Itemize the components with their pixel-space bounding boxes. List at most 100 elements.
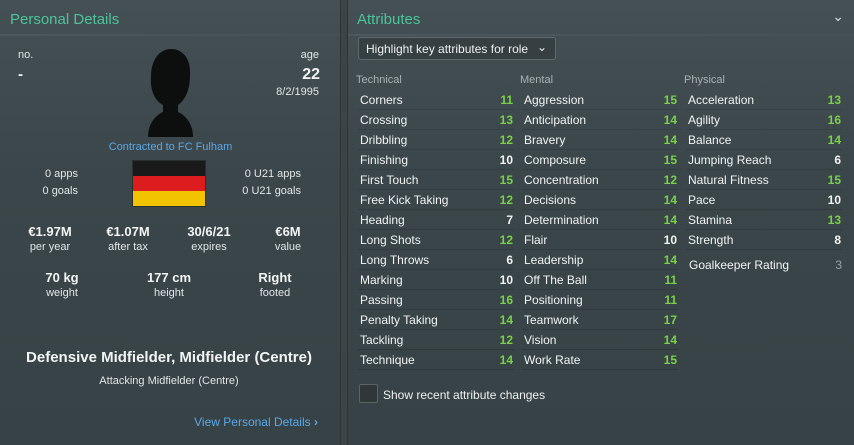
attribute-row[interactable]: Tackling 12	[358, 330, 514, 350]
show-changes-label: Show recent attribute changes	[383, 388, 546, 402]
attribute-row[interactable]: Heading 7	[358, 210, 514, 230]
attribute-row[interactable]: Determination 14	[522, 210, 678, 230]
flag-stripe-red	[133, 176, 205, 191]
attribute-row[interactable]: Leadership 14	[522, 250, 678, 270]
highlight-role-dropdown[interactable]: Highlight key attributes for role ⌄	[358, 37, 556, 60]
attribute-row[interactable]: Stamina 13	[686, 210, 842, 230]
attribute-row[interactable]: Penalty Taking 14	[358, 310, 514, 330]
attribute-row[interactable]: Decisions 14	[522, 190, 678, 210]
age-value: 22	[302, 66, 320, 83]
attribute-row[interactable]: Bravery 14	[522, 130, 678, 150]
attribute-row[interactable]: Long Throws 6	[358, 250, 514, 270]
show-changes-checkbox[interactable]	[359, 384, 378, 403]
info-label: footed	[259, 287, 291, 299]
attribute-row[interactable]: First Touch 15	[358, 170, 514, 190]
flag-stripe-black	[133, 161, 205, 176]
attribute-row[interactable]: Finishing 10	[358, 150, 514, 170]
attribute-value: 13	[827, 213, 841, 227]
dropdown-label: Highlight key attributes for role	[366, 42, 529, 56]
attribute-name: Pace	[688, 193, 716, 207]
age-label: age	[300, 49, 319, 61]
attribute-row[interactable]: Free Kick Taking 12	[358, 190, 514, 210]
attribute-name: Jumping Reach	[688, 153, 772, 167]
attribute-value: 15	[827, 173, 841, 187]
attribute-name: Anticipation	[524, 113, 587, 127]
info-label: height	[154, 287, 184, 299]
panel-title: Personal Details	[10, 11, 120, 28]
attribute-row[interactable]: Flair 10	[522, 230, 678, 250]
attribute-row[interactable]: Aggression 15	[522, 90, 678, 110]
attribute-name: Bravery	[524, 133, 566, 147]
attribute-name: Off The Ball	[524, 273, 587, 287]
attribute-row[interactable]: Off The Ball 11	[522, 270, 678, 290]
attribute-value: 14	[499, 353, 513, 367]
attribute-value: 11	[664, 293, 677, 307]
contract-status: Contracted to FC Fulham	[108, 141, 233, 153]
attribute-row[interactable]: Vision 14	[522, 330, 678, 350]
attribute-row[interactable]: Anticipation 14	[522, 110, 678, 130]
attribute-value: 15	[663, 353, 677, 367]
attribute-value: 15	[499, 173, 513, 187]
attribute-value: 13	[499, 113, 513, 127]
attribute-row[interactable]: Strength 8	[686, 230, 842, 250]
attribute-value: 14	[663, 213, 677, 227]
attribute-value: 8	[834, 233, 841, 247]
attribute-row[interactable]: Crossing 13	[358, 110, 514, 130]
attribute-name: Aggression	[524, 93, 585, 107]
attribute-value: 16	[499, 293, 513, 307]
attribute-row[interactable]: Balance 14	[686, 130, 842, 150]
attribute-row[interactable]: Corners 11	[358, 90, 514, 110]
attribute-row[interactable]: Work Rate 15	[522, 350, 678, 370]
attribute-row[interactable]: Agility 16	[686, 110, 842, 130]
attribute-row[interactable]: Passing 16	[358, 290, 514, 310]
mental-header: Mental	[520, 74, 554, 86]
primary-position: Defensive Midfielder, Midfielder (Centre…	[26, 349, 312, 366]
info-height: 177 cm height	[129, 270, 209, 299]
attribute-value: 14	[663, 333, 677, 347]
stat-label: per year	[29, 241, 71, 253]
attribute-name: Agility	[688, 113, 721, 127]
info-footed: Right footed	[235, 270, 315, 299]
attribute-row[interactable]: Concentration 12	[522, 170, 678, 190]
mental-attributes-list: Aggression 15 Anticipation 14 Bravery 14 Compo…	[522, 90, 678, 370]
attribute-row[interactable]: Pace 10	[686, 190, 842, 210]
view-personal-details-link[interactable]: View Personal Details ›	[194, 415, 318, 429]
attribute-name: Positioning	[524, 293, 583, 307]
u21-goals-count: 0 U21 goals	[242, 185, 301, 197]
attribute-value: 14	[663, 113, 677, 127]
attribute-row[interactable]: Technique 14	[358, 350, 514, 370]
attribute-value: 14	[499, 313, 513, 327]
attribute-value: 13	[827, 93, 841, 107]
attribute-row[interactable]: Dribbling 12	[358, 130, 514, 150]
physical-attributes-list: Acceleration 13 Agility 16 Balance 14 Jumping …	[686, 90, 842, 250]
attribute-row[interactable]: Teamwork 17	[522, 310, 678, 330]
attribute-name: Passing	[360, 293, 403, 307]
attribute-row[interactable]: Positioning 11	[522, 290, 678, 310]
u21-apps-count: 0 U21 apps	[244, 168, 301, 180]
technical-attributes-list: Corners 11 Crossing 13 Dribbling 12 Finishing 1…	[358, 90, 514, 370]
attribute-name: Composure	[524, 153, 587, 167]
attribute-value: 6	[506, 253, 513, 267]
attribute-row[interactable]: Jumping Reach 6	[686, 150, 842, 170]
squad-number-label: no.	[18, 49, 34, 61]
attribute-row[interactable]: Marking 10	[358, 270, 514, 290]
attribute-row[interactable]: Natural Fitness 15	[686, 170, 842, 190]
goalkeeper-rating-value: 3	[835, 258, 842, 272]
header-divider	[0, 34, 340, 36]
attribute-row[interactable]: Acceleration 13	[686, 90, 842, 110]
attribute-name: Concentration	[524, 173, 599, 187]
header-divider	[348, 34, 854, 36]
attribute-value: 10	[827, 193, 841, 207]
attribute-row[interactable]: Long Shots 12	[358, 230, 514, 250]
attribute-value: 12	[499, 333, 513, 347]
goalkeeper-rating-label: Goalkeeper Rating	[689, 258, 790, 272]
attribute-row[interactable]: Composure 15	[522, 150, 678, 170]
attribute-name: Balance	[688, 133, 732, 147]
attribute-value: 12	[499, 233, 513, 247]
info-weight: 70 kg weight	[22, 270, 102, 299]
technical-header: Technical	[356, 74, 402, 86]
info-label: weight	[46, 287, 78, 299]
attribute-value: 17	[663, 313, 677, 327]
chevron-down-icon[interactable]: ⌄	[832, 8, 844, 25]
attribute-name: Finishing	[360, 153, 409, 167]
